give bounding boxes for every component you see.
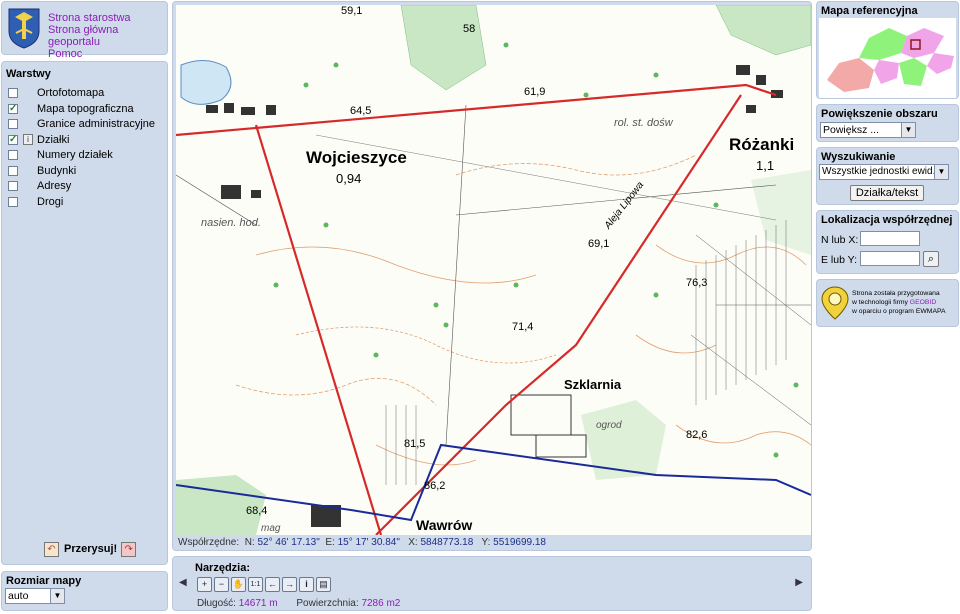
- map-elevation: 76,3: [686, 277, 708, 289]
- reference-map-view[interactable]: [819, 18, 956, 98]
- layer-info-icon[interactable]: i: [23, 133, 33, 145]
- header-panel: Strona starostwa Strona główna geoportal…: [1, 1, 168, 60]
- map-label-mag: mag: [261, 523, 281, 534]
- e-y-label: E lub Y:: [821, 254, 858, 266]
- map-label-szklarnia: Szklarnia: [564, 377, 622, 392]
- layer-checkbox[interactable]: [8, 88, 18, 98]
- layer-item-budynki[interactable]: Budynki: [8, 164, 168, 180]
- chevron-down-icon: ▼: [934, 165, 948, 179]
- coord-n-value: 52° 46' 17.13": [257, 537, 320, 548]
- layer-item-granice-administracyjne[interactable]: Granice administracyjne: [8, 117, 168, 133]
- locate-search-icon[interactable]: ⌕: [923, 251, 939, 267]
- geobid-credit: Strona została przygotowana w technologi…: [852, 290, 946, 315]
- coord-x-value: 5848773.18: [420, 537, 474, 548]
- layer-item-numery-dzialek[interactable]: Numery działek: [8, 148, 168, 164]
- info-icon[interactable]: i: [299, 577, 314, 592]
- map-elevation: 81,5: [404, 438, 426, 450]
- layer-checkbox[interactable]: [8, 150, 18, 160]
- redo-icon[interactable]: ↷: [121, 541, 137, 557]
- layer-item-dzialki[interactable]: i Działki: [8, 133, 168, 149]
- map-label-nasien: nasien. hod.: [201, 217, 261, 229]
- map-label-wojcieszyce: Wojcieszyce: [306, 148, 407, 167]
- geobid-panel: Strona została przygotowana w technologi…: [816, 279, 959, 327]
- reference-map-panel: Mapa referencyjna: [816, 1, 959, 99]
- map-elevation: 58: [463, 23, 476, 35]
- geobid-brand-link[interactable]: GEOBID: [910, 299, 936, 306]
- search-panel: Wyszukiwanie Wszystkie jednostki ewid. ▼…: [816, 147, 959, 205]
- layers-panel: Warstwy Ortofotomapa Mapa topograficzna …: [1, 61, 168, 565]
- chevron-down-icon: ▼: [901, 123, 915, 137]
- length-value: 14671 m: [238, 598, 278, 609]
- tools-title: Narzędzia:: [195, 562, 251, 574]
- map-label-rol-st: rol. st. dośw: [614, 117, 673, 129]
- map-elevation: 69,1: [588, 238, 610, 250]
- county-coat-of-arms-icon: [7, 7, 41, 49]
- map-elevation: 59,1: [341, 5, 363, 17]
- layer-checkbox[interactable]: [8, 165, 18, 176]
- coord-e-value: 15° 17' 30.84": [337, 537, 400, 548]
- map-label-ogrod: ogrod: [596, 420, 622, 431]
- layer-item-mapa-topograficzna[interactable]: Mapa topograficzna: [8, 102, 168, 118]
- layer-item-ortofotomapa[interactable]: Ortofotomapa: [8, 86, 168, 102]
- layer-checkbox[interactable]: [8, 181, 18, 191]
- map-label-wawrow: Wawrów: [416, 517, 473, 533]
- zoom-area-title: Powiększenie obszaru: [821, 108, 938, 120]
- map-elevation: 82,6: [686, 429, 708, 441]
- layer-checkbox[interactable]: [8, 196, 18, 207]
- zoom-area-select[interactable]: Powiększ ... ▼: [820, 122, 916, 138]
- layer-checkbox[interactable]: [8, 133, 18, 147]
- zoom-in-icon[interactable]: +: [197, 577, 212, 592]
- layers-list: Ortofotomapa Mapa topograficzna Granice …: [8, 86, 168, 210]
- tools-scroll-right-icon[interactable]: ▶: [795, 577, 803, 588]
- map-elevation: 64,5: [350, 105, 372, 117]
- n-x-input[interactable]: [860, 231, 920, 246]
- layer-checkbox[interactable]: [8, 102, 18, 116]
- coordinate-location-title: Lokalizacja współrzędnej: [821, 214, 953, 226]
- tools-panel: ◀ Narzędzia: + − ✋ 1:1 ← → i ▤ Długość: …: [172, 556, 812, 611]
- topographic-map: [176, 5, 811, 535]
- e-y-input[interactable]: [860, 251, 920, 266]
- tools-scroll-left-icon[interactable]: ◀: [179, 577, 187, 588]
- area-value: 7286 m2: [361, 598, 401, 609]
- layer-item-adresy[interactable]: Adresy: [8, 179, 168, 195]
- measurements: Długość: 14671 m Powierzchnia: 7286 m2: [197, 598, 401, 609]
- geoportal-home-link[interactable]: Strona główna geoportalu: [48, 24, 167, 48]
- map-elevation: 68,4: [246, 505, 268, 517]
- parcel-text-search-button[interactable]: Działka/tekst: [850, 185, 924, 201]
- map-label-rozanki: Różanki: [729, 135, 795, 154]
- zoom-out-icon[interactable]: −: [214, 577, 229, 592]
- map-view[interactable]: Wojcieszyce 0,94 Różanki 1,1 Szklarnia W…: [176, 5, 811, 535]
- toolbar: + − ✋ 1:1 ← → i ▤: [197, 577, 333, 592]
- map-label-rozanki-value: 1,1: [756, 158, 775, 173]
- coord-y-value: 5519699.18: [493, 537, 546, 548]
- scale-1-1-button[interactable]: 1:1: [248, 577, 263, 592]
- map-size-panel: Rozmiar mapy auto ▼: [1, 571, 168, 611]
- undo-icon[interactable]: ↶: [44, 541, 59, 557]
- layer-item-drogi[interactable]: Drogi: [8, 195, 168, 211]
- forward-arrow-icon[interactable]: →: [282, 577, 297, 592]
- coordinates-readout: Współrzędne: N: 52° 46' 17.13" E: 15° 17…: [178, 537, 546, 548]
- map-elevation: 61,9: [524, 86, 546, 98]
- chevron-down-icon: ▼: [50, 589, 64, 603]
- pan-hand-icon[interactable]: ✋: [231, 577, 246, 592]
- redraw-row: ↶ Przerysuj! ↷: [44, 540, 137, 558]
- map-elevation: 71,4: [512, 321, 534, 333]
- layer-checkbox[interactable]: [8, 119, 18, 129]
- county-site-link[interactable]: Strona starostwa: [48, 12, 167, 24]
- coordinate-location-panel: Lokalizacja współrzędnej N lub X: E lub …: [816, 210, 959, 274]
- help-link[interactable]: Pomoc: [48, 48, 167, 60]
- map-label-wojcieszyce-value: 0,94: [336, 171, 362, 186]
- zoom-area-panel: Powiększenie obszaru Powiększ ... ▼: [816, 104, 959, 142]
- back-arrow-icon[interactable]: ←: [265, 577, 280, 592]
- geobid-pin-icon: [821, 286, 849, 320]
- layers-title: Warstwy: [6, 68, 51, 80]
- redraw-button[interactable]: Przerysuj!: [64, 543, 117, 555]
- measure-ruler-icon[interactable]: ▤: [316, 577, 331, 592]
- search-unit-select[interactable]: Wszystkie jednostki ewid. ▼: [819, 164, 949, 180]
- map-size-select[interactable]: auto ▼: [5, 588, 65, 604]
- n-x-label: N lub X:: [821, 234, 859, 246]
- map-elevation: 86,2: [424, 480, 446, 492]
- map-panel: Wojcieszyce 0,94 Różanki 1,1 Szklarnia W…: [172, 1, 812, 551]
